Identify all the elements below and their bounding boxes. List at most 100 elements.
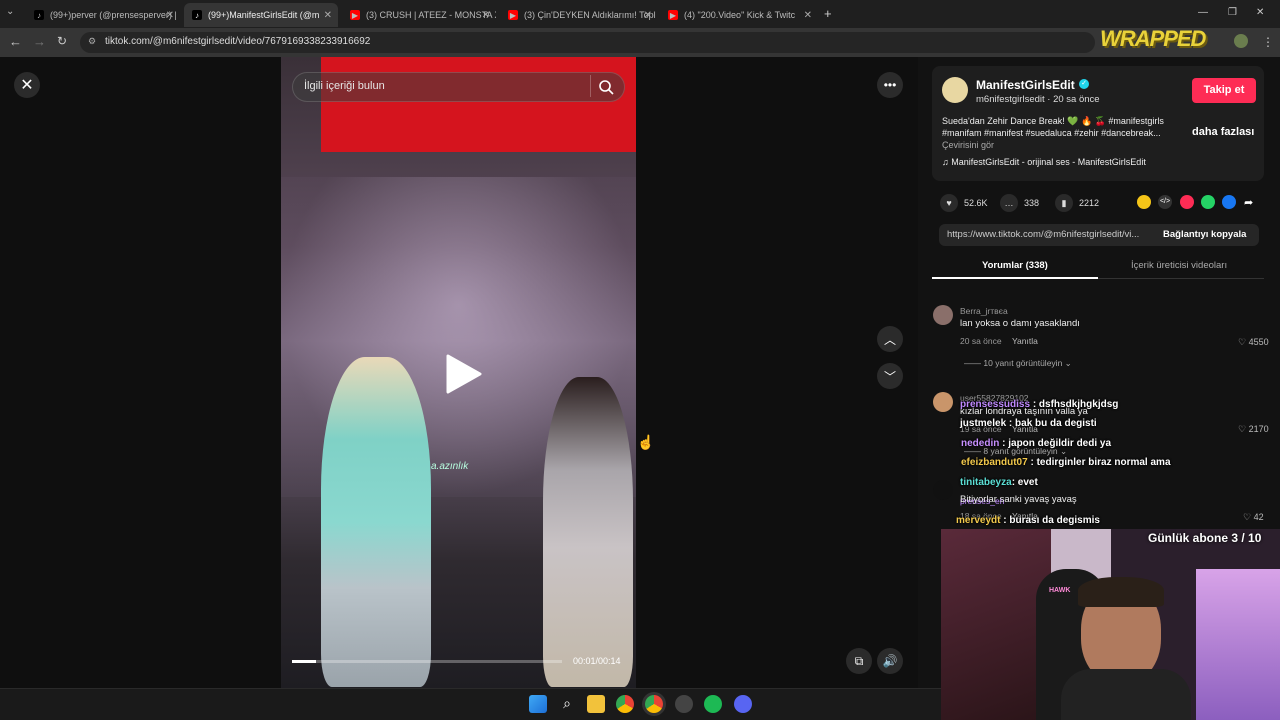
play-icon[interactable] (444, 354, 484, 394)
save-count: 2212 (1079, 198, 1100, 208)
creator-avatar[interactable] (942, 77, 968, 103)
tab-comments[interactable]: Yorumlar (338) (982, 260, 1048, 271)
browser-tab-3[interactable]: ▶ (3) CRUSH | ATEEZ - MONSTA X ✕ (342, 3, 496, 27)
share-arrow-icon[interactable]: ➦ (1244, 196, 1253, 209)
minimize-button[interactable]: — (1198, 7, 1208, 18)
file-explorer-icon[interactable] (587, 695, 605, 713)
room-light (1196, 569, 1280, 720)
profile-avatar[interactable] (1234, 34, 1248, 48)
comment-like-count: 4550 (1248, 337, 1269, 347)
embed-icon[interactable]: </> (1158, 195, 1172, 209)
comment-likes[interactable]: ♡ 42 (1243, 512, 1264, 523)
post-description-line-2: #manifam #manifest #suedaluca #zehir #da… (942, 128, 1161, 138)
chat-username: tinitabeyza (960, 477, 1012, 488)
floating-player-button[interactable]: ⧉ (846, 648, 872, 674)
copy-link-button[interactable]: Bağlantıyı kopyala (1163, 229, 1246, 240)
windows-start-icon[interactable] (529, 695, 547, 713)
chat-text: : burası da degismis (1003, 515, 1100, 526)
close-tab-icon[interactable]: ✕ (804, 10, 812, 21)
next-video-button[interactable]: ﹀ (877, 363, 903, 389)
discord-icon[interactable] (734, 695, 752, 713)
previous-video-button[interactable]: ︿ (877, 326, 903, 352)
chrome-icon[interactable] (616, 695, 634, 713)
progress-bar[interactable] (292, 660, 562, 663)
browser-tab-1[interactable]: ♪ (99+)perver (@prensesperver) | ✕ (26, 3, 180, 27)
chrome-active-icon[interactable] (645, 695, 663, 713)
comment-likes[interactable]: ♡ 4550 (1238, 337, 1269, 348)
spotify-icon[interactable] (704, 695, 722, 713)
related-content-search-input[interactable]: İlgili içeriği bulun (292, 72, 625, 102)
chat-username: efeizbandut07 (961, 457, 1028, 468)
forward-arrow-icon[interactable]: → (33, 34, 46, 49)
wrapped-overlay-logo: WRAPPED (1100, 26, 1206, 51)
url-text: tiktok.com/@m6nifestgirlsedit/video/7679… (105, 36, 371, 47)
comment-stat[interactable]: … 338 (1000, 194, 1039, 212)
browser-tab-2[interactable]: ♪ (99+)ManifestGirlsEdit (@m ✕ (184, 3, 338, 27)
more-link[interactable]: daha fazlası (1192, 126, 1254, 138)
new-tab-button[interactable]: + (824, 6, 832, 21)
obs-icon[interactable] (675, 695, 693, 713)
like-stat[interactable]: ♥ 52.6K (940, 194, 988, 212)
streamer-shirt (1061, 669, 1191, 720)
wall-poster (941, 529, 1051, 720)
close-tab-icon[interactable]: ✕ (324, 10, 332, 21)
browser-menu-icon[interactable]: ⋮ (1262, 35, 1274, 49)
coin-icon[interactable] (1137, 195, 1151, 209)
reply-link[interactable]: Yanıtla (1012, 336, 1038, 346)
active-tab-indicator (932, 277, 1098, 279)
see-translation-link[interactable]: Çevirisini gör (942, 140, 994, 150)
commenter-avatar[interactable] (933, 480, 953, 500)
tab-label: (99+)perver (@prensesperver) | (50, 10, 177, 20)
view-replies-link[interactable]: —— 10 yanıt görüntüleyin ⌄ (964, 358, 1072, 369)
send-icon[interactable] (1180, 195, 1194, 209)
tiktok-icon: ♪ (34, 10, 44, 20)
restore-button[interactable]: ❐ (1228, 7, 1237, 18)
tab-list-dropdown-icon[interactable]: ⌄ (6, 6, 14, 17)
commenter-avatar[interactable] (933, 305, 953, 325)
chat-message: prensessudiss : dsfhsdkjhgkjdsg (960, 399, 1118, 410)
chat-text: : bak bu da degisti (1008, 418, 1097, 429)
volume-button[interactable]: 🔊 (877, 648, 903, 674)
facebook-icon[interactable] (1222, 195, 1236, 209)
follow-button[interactable]: Takip et (1192, 78, 1256, 103)
comment-likes[interactable]: ♡ 2170 (1238, 424, 1269, 435)
browser-tab-5[interactable]: ▶ (4) "200.Video" Kick & Twitc ✕ (660, 3, 818, 27)
whatsapp-icon[interactable] (1201, 195, 1215, 209)
youtube-icon: ▶ (668, 10, 678, 20)
browser-tab-4[interactable]: ▶ (3) Çin'DEYKEN Aldıklarımı! Topl ✕ (500, 3, 658, 27)
close-window-button[interactable]: ✕ (1256, 7, 1264, 18)
close-tab-icon[interactable]: ✕ (482, 10, 490, 21)
reload-icon[interactable]: ↻ (57, 34, 67, 48)
music-note-icon: ♫ (942, 157, 952, 167)
more-options-button[interactable]: ••• (877, 72, 903, 98)
commenter-avatar[interactable] (933, 392, 953, 412)
close-video-button[interactable]: ✕ (14, 72, 40, 98)
chat-text: : dsfhsdkjhgkjdsg (1032, 399, 1119, 410)
search-icon[interactable] (598, 79, 614, 95)
music-info[interactable]: ♫ ManifestGirlsEdit - orijinal ses - Man… (942, 157, 1146, 167)
chat-username: merveydt (956, 515, 1001, 526)
performer-left (321, 357, 431, 687)
comment-username[interactable]: Berra_jrтвєa (960, 306, 1008, 316)
taskbar-search-icon[interactable]: ⌕ (558, 695, 576, 713)
close-icon: ✕ (20, 77, 34, 94)
tab-label: (3) Çin'DEYKEN Aldıklarımı! Topl (524, 10, 656, 20)
site-info-icon[interactable]: ⚙ (88, 36, 96, 47)
streamer-webcam: HAWK (941, 529, 1280, 720)
save-stat[interactable]: ▮ 2212 (1055, 194, 1099, 212)
mouse-cursor-icon: ☝ (637, 434, 655, 450)
chat-text: : evet (1011, 477, 1038, 488)
comment-time: 20 sa önce (960, 336, 1002, 346)
close-tab-icon[interactable]: ✕ (166, 10, 174, 21)
sub-goal-counter: Günlük abone 3 / 10 (1148, 531, 1262, 545)
url-field[interactable]: ⚙ tiktok.com/@m6nifestgirlsedit/video/76… (80, 32, 1095, 53)
verified-badge-icon: ✓ (1079, 79, 1089, 89)
pip-icon: ⧉ (854, 653, 864, 668)
speaker-icon: 🔊 (882, 654, 898, 668)
close-tab-icon[interactable]: ✕ (644, 10, 652, 21)
video-link-text[interactable]: https://www.tiktok.com/@m6nifestgirlsedi… (947, 229, 1152, 240)
tab-creator-videos[interactable]: İçerik üreticisi videoları (1131, 260, 1227, 271)
back-arrow-icon[interactable]: ← (9, 34, 22, 49)
creator-username[interactable]: ManifestGirlsEdit (976, 78, 1075, 92)
heart-outline-icon: ♡ (1238, 337, 1247, 347)
